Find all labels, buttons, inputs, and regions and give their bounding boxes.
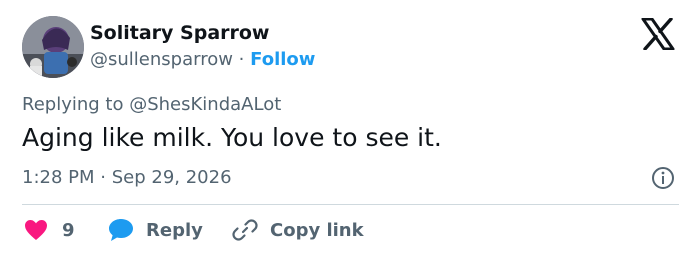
timestamp-separator: · [100,167,106,188]
avatar[interactable] [22,16,84,78]
info-icon[interactable] [651,166,675,190]
replying-to-prefix: Replying to [22,94,124,115]
follow-button[interactable]: Follow [250,49,315,70]
reply-button[interactable]: Reply [108,214,203,246]
handle-separator: · [238,49,245,70]
tweet-text: Aging like milk. You love to see it. [22,123,442,152]
speech-bubble-icon [109,219,133,241]
timestamp[interactable]: 1:28 PM · Sep 29, 2026 [22,167,232,188]
copy-link-label: Copy link [270,219,364,241]
copy-link-button[interactable]: Copy link [232,214,364,246]
action-bar: 9 Reply Copy link [22,214,682,246]
x-logo-icon[interactable] [641,18,675,50]
like-button[interactable]: 9 [24,214,75,246]
handle-row: @sullensparrow · Follow [90,49,315,70]
reply-label: Reply [146,219,203,241]
tweet-date: Sep 29, 2026 [111,167,232,188]
replying-to: Replying to @ShesKindaALot [22,94,281,115]
divider [22,204,679,205]
display-name[interactable]: Solitary Sparrow [90,22,270,44]
heart-icon [25,220,47,240]
link-icon [232,219,258,241]
like-count: 9 [62,219,75,241]
user-handle[interactable]: @sullensparrow [90,49,233,70]
tweet-time: 1:28 PM [22,167,95,188]
avatar-image [22,16,84,78]
replying-to-handle[interactable]: @ShesKindaALot [129,94,281,115]
